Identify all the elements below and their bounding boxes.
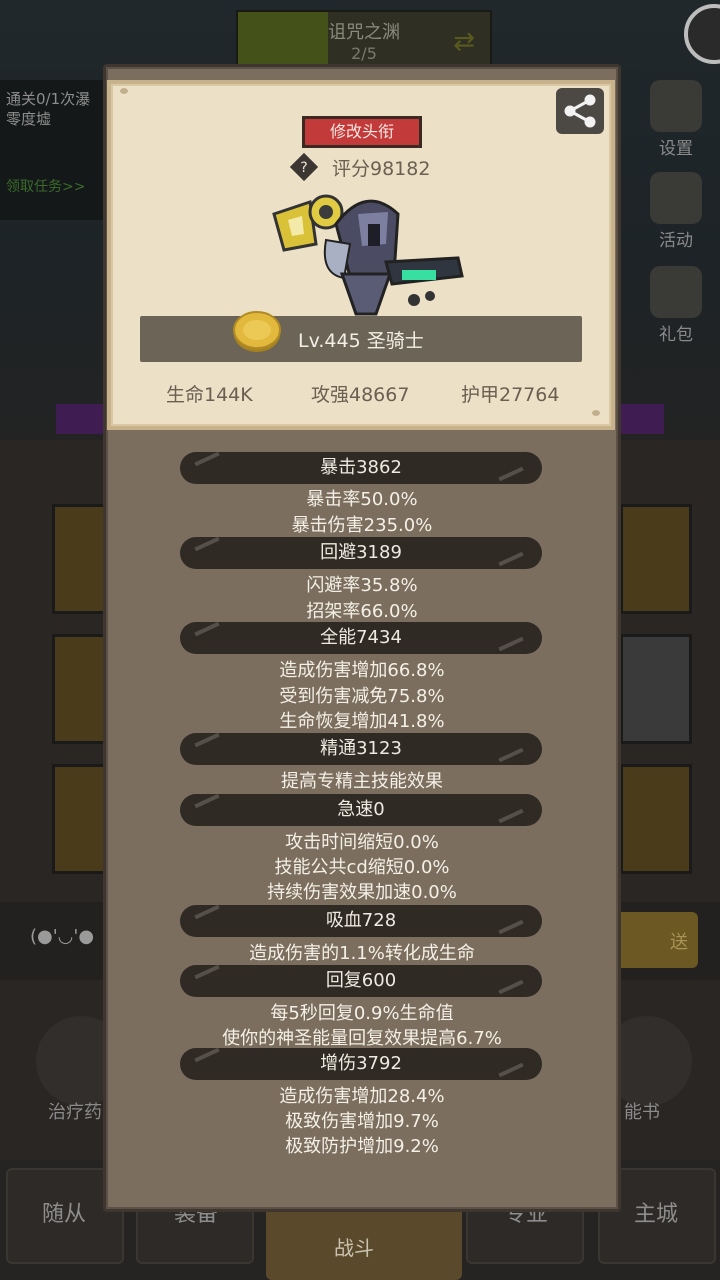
stat-line: 受到伤害减免75.8%	[279, 686, 445, 707]
stat-line: 极致伤害增加9.7%	[285, 1111, 439, 1132]
share-button[interactable]	[556, 88, 604, 134]
stat-line: 造成伤害的1.1%转化成生命	[249, 943, 475, 964]
stat-line: 造成伤害增加66.8%	[279, 660, 445, 681]
stat-line: 暴击率50.0%	[306, 489, 418, 510]
hero-portrait	[272, 194, 464, 316]
send-button: 送	[612, 912, 698, 968]
calendar-icon	[650, 172, 702, 224]
mission-claim-link: 领取任务>>	[6, 179, 86, 195]
stat-header-dodge: 回避3189	[180, 537, 542, 569]
level-class-label: Lv.445 圣骑士	[298, 330, 424, 352]
tab-main-city-label: 主城	[634, 1202, 679, 1227]
stat-header-lifesteal: 吸血728	[180, 905, 542, 937]
stat-line: 闪避率35.8%	[306, 575, 418, 596]
potion-label: 治疗药	[48, 1102, 102, 1123]
stat-line: 技能公共cd缩短0.0%	[274, 857, 450, 878]
tab-followers-label: 随从	[42, 1202, 87, 1227]
gear-icon	[650, 80, 702, 132]
attack-power-stat: 攻强48667	[311, 384, 410, 406]
stat-line: 暴击伤害235.0%	[291, 515, 433, 536]
stat-line: 提高专精主技能效果	[281, 771, 443, 792]
stat-line: 使你的神圣能量回复效果提高6.7%	[222, 1028, 502, 1049]
stat-line: 持续伤害效果加速0.0%	[267, 882, 457, 903]
card-corner-mark	[120, 88, 128, 94]
stat-header-haste: 急速0	[180, 794, 542, 826]
stat-header-recovery: 回复600	[180, 965, 542, 997]
activity-label: 活动	[659, 231, 693, 251]
svg-text:?: ?	[300, 160, 307, 176]
stat-header-mastery: 精通3123	[180, 733, 542, 765]
settings-button: 设置	[632, 80, 720, 166]
score-value: 评分98182	[332, 158, 431, 180]
edit-title-button[interactable]: 修改头衔	[302, 116, 422, 148]
share-icon	[564, 94, 596, 128]
gift-button: 礼包	[632, 266, 720, 352]
stat-line: 招架率66.0%	[306, 601, 418, 622]
equipment-slot	[620, 764, 692, 874]
stat-line: 攻击时间缩短0.0%	[285, 832, 439, 853]
mission-location: 零度墟	[6, 110, 52, 128]
card-corner-mark	[592, 410, 600, 416]
coin-icon	[233, 311, 281, 352]
tab-battle-label: 战斗	[334, 1236, 374, 1260]
stat-header-versatility: 全能7434	[180, 622, 542, 654]
stat-line: 每5秒回复0.9%生命值	[270, 1003, 454, 1024]
gift-icon	[650, 266, 702, 318]
chat-emoticon: (●'◡'●	[30, 926, 95, 947]
settings-label: 设置	[659, 139, 693, 159]
hp-stat: 生命144K	[166, 384, 253, 406]
gift-label: 礼包	[659, 325, 693, 345]
help-icon[interactable]: ?	[289, 152, 319, 182]
activity-button: 活动	[632, 172, 720, 258]
mission-text: 通关0/1次瀑	[6, 90, 91, 108]
equipment-slot	[620, 504, 692, 614]
swap-icon: ⇄	[453, 27, 475, 57]
armor-stat: 护甲27764	[461, 384, 560, 406]
mission-panel: 通关0/1次瀑 零度墟 领取任务>>	[0, 80, 112, 220]
stat-line: 极致防护增加9.2%	[285, 1136, 439, 1157]
skill-book-label: 能书	[624, 1102, 660, 1123]
stat-header-damage-bonus: 增伤3792	[180, 1048, 542, 1080]
stat-header-crit: 暴击3862	[180, 452, 542, 484]
equipment-slot	[620, 634, 692, 744]
stat-line: 生命恢复增加41.8%	[279, 711, 445, 732]
stat-line: 造成伤害增加28.4%	[279, 1086, 445, 1107]
